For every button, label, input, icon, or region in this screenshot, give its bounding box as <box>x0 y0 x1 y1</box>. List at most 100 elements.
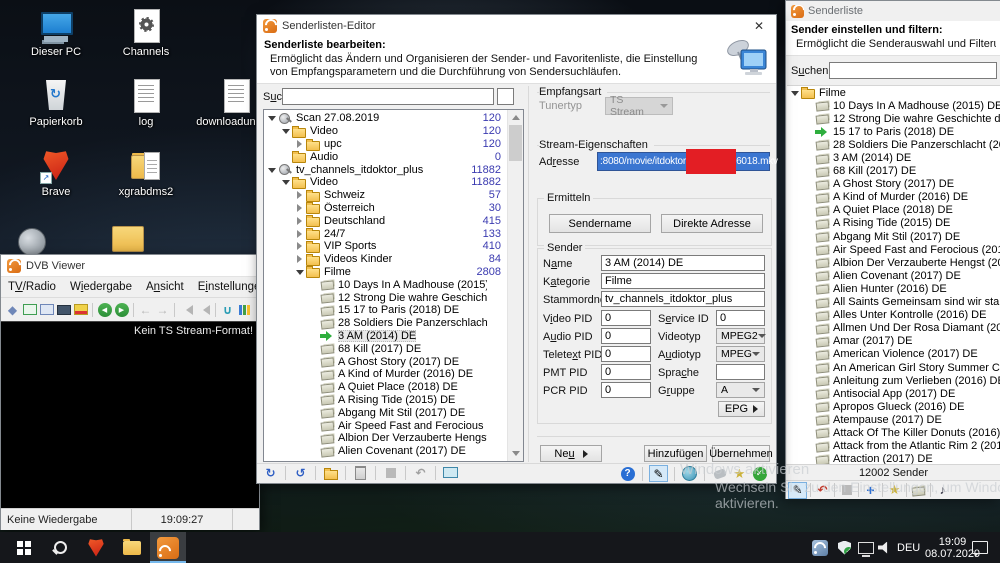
tree-item[interactable]: Albion Der Verzauberte Hengst (2016) DE <box>264 432 523 445</box>
sprache-input[interactable] <box>716 364 765 380</box>
tree-item[interactable]: Atempause (2017) DE <box>787 413 1000 426</box>
tree-item[interactable]: A Ghost Story (2017) DE <box>787 178 1000 191</box>
tree-item[interactable]: Alien Covenant (2017) DE <box>787 269 1000 282</box>
expander-icon[interactable] <box>266 164 278 176</box>
expander-icon[interactable] <box>803 165 815 177</box>
expander-icon[interactable] <box>294 215 306 227</box>
taskbar-search-button[interactable] <box>42 532 78 563</box>
edit-icon[interactable]: ✎ <box>788 482 807 499</box>
desktop-icon-partial-gear[interactable] <box>18 228 46 256</box>
tree-item[interactable]: A Kind of Murder (2016) DE <box>264 368 523 381</box>
menu-item[interactable]: TV/Radio <box>1 281 63 293</box>
tree-item[interactable]: Abgang Mit Stil (2017) DE <box>787 230 1000 243</box>
expander-icon[interactable] <box>308 407 320 419</box>
tree-item[interactable]: 12 Strong Die wahre Geschichte der US Ho… <box>787 112 1000 125</box>
mute-icon[interactable]: ∪ <box>219 302 236 318</box>
tree-item[interactable]: Video 11882 <box>264 176 523 189</box>
expander-icon[interactable] <box>803 427 815 439</box>
pmt-pid-input[interactable] <box>601 364 651 380</box>
video-pid-input[interactable] <box>601 310 651 326</box>
undo-icon[interactable]: ↶ <box>814 483 831 498</box>
favorites-icon[interactable]: ★ <box>731 466 748 481</box>
add-icon[interactable]: + <box>862 483 879 498</box>
volume-up-icon[interactable] <box>195 302 212 318</box>
forward-icon[interactable]: ▶ <box>113 302 130 318</box>
tree-item[interactable]: Amar (2017) DE <box>787 335 1000 348</box>
tree-item[interactable]: All Saints Gemeinsam sind wir stark (201… <box>787 296 1000 309</box>
new-folder-icon[interactable] <box>322 465 339 480</box>
desktop-icon[interactable]: Brave <box>14 148 98 198</box>
expander-icon[interactable] <box>803 401 815 413</box>
expander-icon[interactable] <box>803 113 815 125</box>
expander-icon[interactable] <box>294 189 306 201</box>
tree-item[interactable]: A Quiet Place (2018) DE <box>787 204 1000 217</box>
expander-icon[interactable] <box>803 191 815 203</box>
tree-item[interactable]: A Kind of Murder (2016) DE <box>787 191 1000 204</box>
nav-icon[interactable]: ◆ <box>4 302 21 318</box>
search-input[interactable] <box>282 88 494 105</box>
expander-icon[interactable] <box>803 257 815 269</box>
osd-icon[interactable] <box>55 302 72 318</box>
expander-icon[interactable] <box>308 343 320 355</box>
tree-item[interactable]: Anleitung zum Verlieben (2016) DE <box>787 374 1000 387</box>
levels-icon[interactable] <box>236 302 253 318</box>
expander-icon[interactable] <box>803 204 815 216</box>
tree-item[interactable]: Deutschland 415 <box>264 214 523 227</box>
tree-item[interactable]: 68 Kill (2017) DE <box>787 165 1000 178</box>
refresh-all-icon[interactable]: ↺ <box>292 465 309 480</box>
tree-item[interactable]: 15 17 to Paris (2018) DE <box>264 304 523 317</box>
expander-icon[interactable] <box>803 126 815 138</box>
expander-icon[interactable] <box>308 394 320 406</box>
tree-item[interactable]: A Quiet Place (2018) DE <box>264 381 523 394</box>
adresse-input[interactable]: :8080/movie/itdoktor 6018.mkv <box>597 152 770 171</box>
taskbar-dvbviewer-button[interactable] <box>150 532 186 563</box>
desktop-icon[interactable]: Papierkorb <box>14 78 98 128</box>
undo-icon[interactable]: ↶ <box>412 465 429 480</box>
tree-item[interactable]: Attack Of The Killer Donuts (2016) DE <box>787 426 1000 439</box>
tree-item[interactable]: 12 Strong Die wahre Geschichte der US Ho… <box>264 291 523 304</box>
expander-icon[interactable] <box>803 217 815 229</box>
search-count-box[interactable] <box>497 88 514 105</box>
tree-item[interactable]: Filme 2808 <box>264 266 523 279</box>
expander-icon[interactable] <box>294 228 306 240</box>
audiotyp-select[interactable]: MPEG <box>716 346 765 362</box>
hinzufuegen-button[interactable]: Hinzufügen <box>644 445 707 462</box>
epg-button[interactable]: EPG <box>718 401 765 417</box>
tree-item[interactable]: An American Girl Story Summer Camp Frien <box>787 361 1000 374</box>
desktop-icon-partial-folder[interactable] <box>112 226 144 252</box>
tree-item[interactable]: 3 AM (2014) DE <box>264 330 523 343</box>
stammordner-input[interactable] <box>601 291 765 307</box>
videotyp-select[interactable]: MPEG2 <box>716 328 765 344</box>
expander-icon[interactable] <box>803 362 815 374</box>
tree-item[interactable]: 10 Days In A Madhouse (2015) DE <box>264 278 523 291</box>
uebernehmen-button[interactable]: Übernehmen <box>712 445 770 462</box>
expander-icon[interactable] <box>803 139 815 151</box>
expander-icon[interactable] <box>308 330 320 342</box>
tree-scrollbar[interactable] <box>507 110 523 461</box>
epg-icon[interactable] <box>72 302 89 318</box>
expander-icon[interactable] <box>803 309 815 321</box>
expander-icon[interactable] <box>280 176 292 188</box>
notification-center-icon[interactable] <box>972 532 988 563</box>
tree-item[interactable]: Alles Unter Kontrolle (2016) DE <box>787 309 1000 322</box>
window-icon[interactable] <box>21 302 38 318</box>
prev-channel-icon[interactable]: → <box>137 302 154 318</box>
expander-icon[interactable] <box>803 270 815 282</box>
senderliste-titlebar[interactable]: Senderliste <box>786 1 1000 21</box>
video-icon[interactable] <box>910 483 927 498</box>
tree-item[interactable]: A Rising Tide (2015) DE <box>787 217 1000 230</box>
expander-icon[interactable] <box>803 335 815 347</box>
tree-item[interactable]: 3 AM (2014) DE <box>787 151 1000 164</box>
tree-item[interactable]: Schweiz 57 <box>264 189 523 202</box>
expander-icon[interactable] <box>308 420 320 432</box>
service-id-input[interactable] <box>716 310 765 326</box>
expander-icon[interactable] <box>294 138 306 150</box>
tree-item[interactable]: Video 120 <box>264 125 523 138</box>
expander-icon[interactable] <box>308 292 320 304</box>
stop-icon[interactable] <box>838 483 855 498</box>
expander-icon[interactable] <box>803 414 815 426</box>
tree-item[interactable]: 10 Days In A Madhouse (2015) DE <box>787 99 1000 112</box>
tree-item[interactable]: Videos Kinder 84 <box>264 253 523 266</box>
expander-icon[interactable] <box>803 388 815 400</box>
desktop-icon[interactable]: Channels <box>104 8 188 58</box>
